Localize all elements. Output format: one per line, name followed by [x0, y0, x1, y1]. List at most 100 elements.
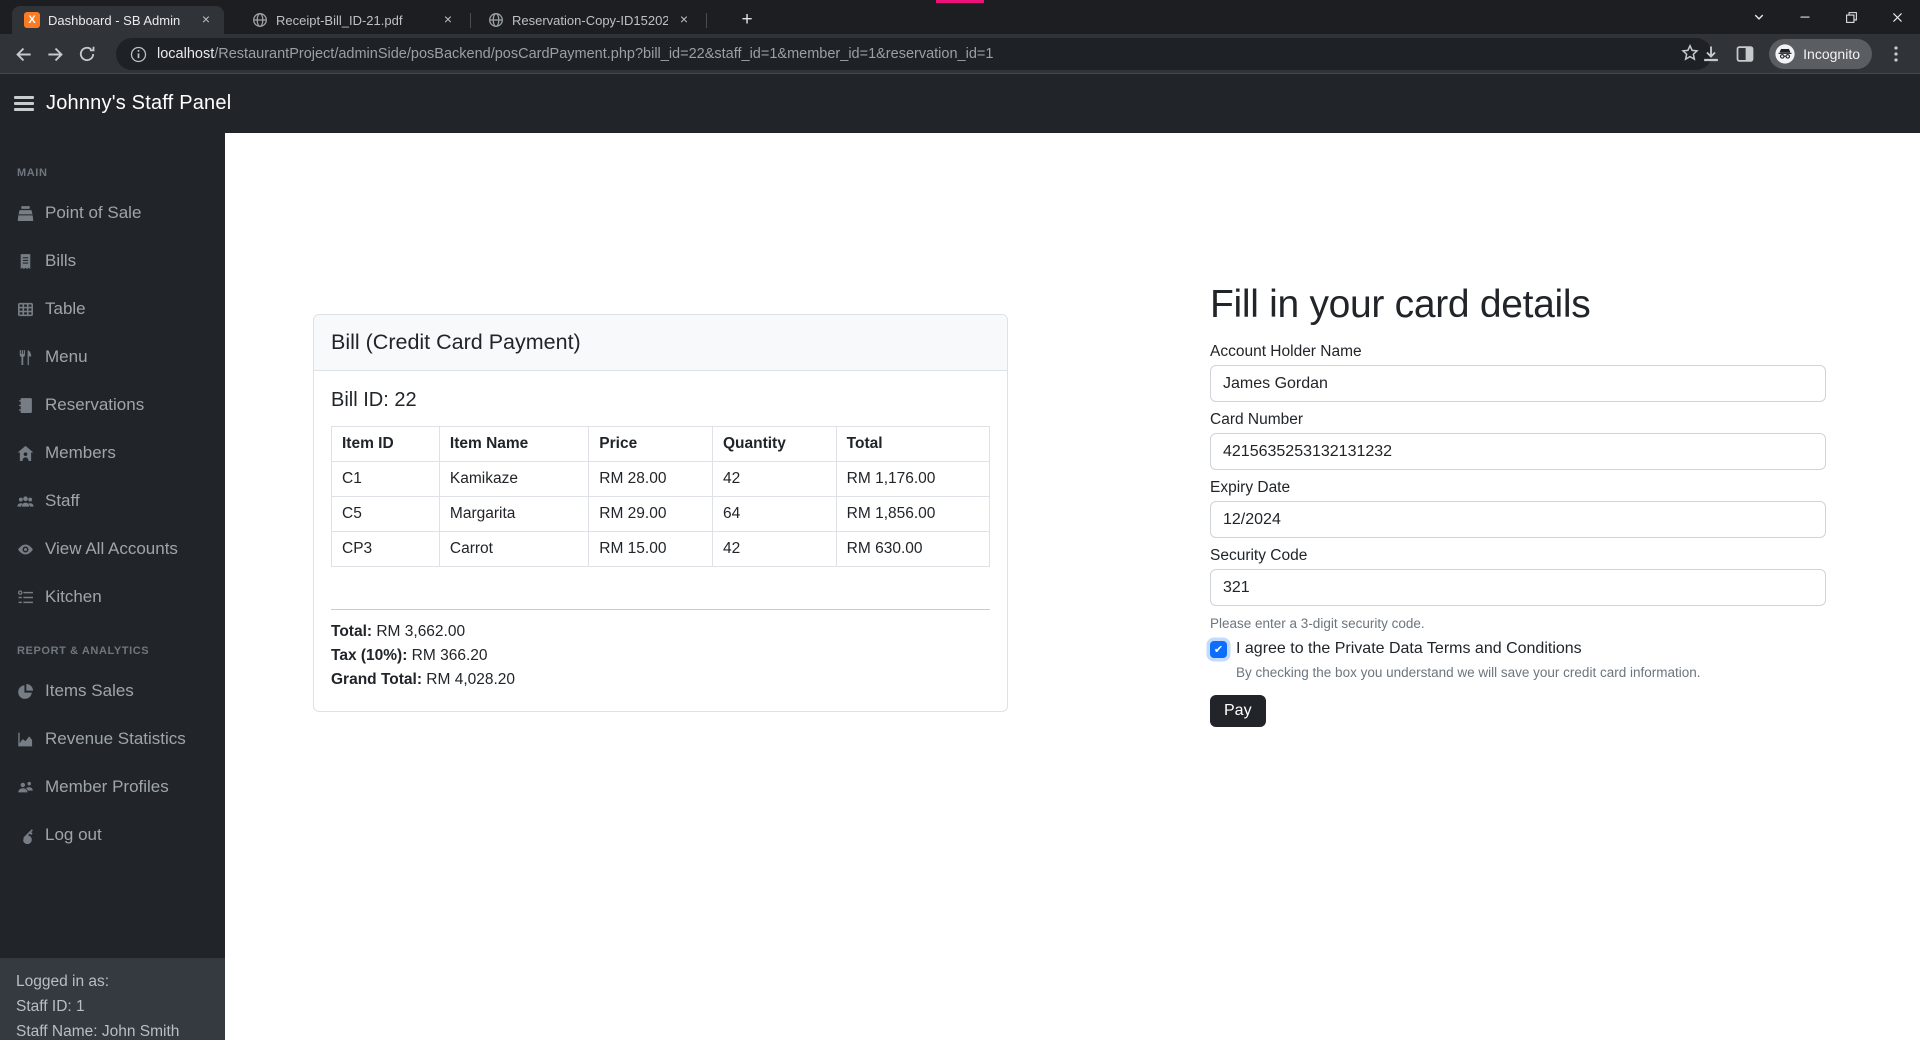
house-user-icon: [17, 445, 34, 461]
side-panel-icon[interactable]: [1735, 44, 1755, 64]
sidebar-item-view-all-accounts[interactable]: View All Accounts: [0, 525, 225, 573]
download-icon[interactable]: [1701, 44, 1721, 64]
incognito-badge[interactable]: Incognito: [1769, 39, 1872, 69]
main-content: Bill (Credit Card Payment) Bill ID: 22 I…: [225, 133, 1920, 1040]
agree-checkbox-row: ✔ I agree to the Private Data Terms and …: [1210, 640, 1826, 658]
check-icon: ✔: [1213, 643, 1224, 656]
utensils-icon: [19, 349, 32, 365]
col-header-quantity: Quantity: [711, 426, 837, 462]
table-header-row: Item ID Item Name Price Quantity Total: [331, 426, 991, 462]
agree-checkbox[interactable]: ✔: [1210, 640, 1227, 658]
form-title: Fill in your card details: [1210, 283, 1591, 326]
tab-close-icon[interactable]: ×: [676, 12, 692, 28]
tab-reservation-pdf[interactable]: Reservation-Copy-ID1520232.pd ×: [476, 6, 702, 34]
sidebar-footer: Logged in as: Staff ID: 1 Staff Name: Jo…: [0, 958, 225, 1040]
receipt-icon: [20, 253, 31, 269]
security-code-label: Security Code: [1210, 547, 1308, 564]
tab-search-chevron-icon[interactable]: [1736, 0, 1782, 34]
bill-card-title: Bill (Credit Card Payment): [314, 315, 1007, 371]
agree-note: By checking the box you understand we wi…: [1236, 665, 1701, 680]
tab-title: Dashboard - SB Admin: [48, 12, 181, 28]
bill-id-heading: Bill ID: 22: [331, 389, 417, 411]
sidebar-item-member-profiles[interactable]: Member Profiles: [0, 763, 225, 811]
security-code-input[interactable]: [1210, 569, 1826, 606]
url-bar[interactable]: localhost/RestaurantProject/adminSide/po…: [116, 38, 1712, 70]
globe-icon: [253, 13, 267, 27]
browser-tab-strip: X Dashboard - SB Admin × Receipt-Bill_ID…: [0, 0, 1920, 34]
total-line: Total: RM 3,662.00: [331, 623, 466, 640]
sidebar-item-table[interactable]: Table: [0, 285, 225, 333]
sidebar-item-items-sales[interactable]: Items Sales: [0, 667, 225, 715]
sidebar-item-menu[interactable]: Menu: [0, 333, 225, 381]
expiry-date-label: Expiry Date: [1210, 479, 1291, 496]
card-number-label: Card Number: [1210, 411, 1304, 428]
users-icon: [17, 495, 34, 507]
col-header-price: Price: [588, 426, 713, 462]
sidebar-item-staff[interactable]: Staff: [0, 477, 225, 525]
clipboard-list-icon: [17, 589, 33, 603]
totals-divider: [331, 609, 990, 610]
cash-register-icon: [17, 205, 34, 221]
sidebar: MAIN Point of Sale Bills Table Menu Rese…: [0, 133, 225, 1040]
book-icon: [18, 397, 32, 413]
toolbar-actions: Incognito: [1701, 34, 1920, 74]
sidebar-item-reservations[interactable]: Reservations: [0, 381, 225, 429]
back-icon[interactable]: [8, 39, 38, 69]
url-text: localhost/RestaurantProject/adminSide/po…: [157, 46, 994, 62]
reload-icon[interactable]: [72, 39, 102, 69]
globe-icon: [489, 13, 503, 27]
incognito-label: Incognito: [1803, 46, 1860, 62]
account-holder-label: Account Holder Name: [1210, 343, 1362, 360]
site-info-icon[interactable]: [130, 46, 147, 63]
tab-close-icon[interactable]: ×: [440, 12, 456, 28]
area-chart-icon: [18, 732, 33, 746]
sidebar-item-point-of-sale[interactable]: Point of Sale: [0, 189, 225, 237]
col-header-total: Total: [835, 426, 991, 462]
col-header-item-id: Item ID: [331, 426, 440, 462]
sidebar-item-revenue-statistics[interactable]: Revenue Statistics: [0, 715, 225, 763]
sidebar-item-members[interactable]: Members: [0, 429, 225, 477]
bill-items-table: Item ID Item Name Price Quantity Total C…: [331, 426, 991, 567]
sidebar-heading-main: MAIN: [17, 167, 48, 179]
xampp-icon: X: [24, 12, 40, 28]
sidebar-item-log-out[interactable]: Log out: [0, 811, 225, 859]
restore-window-icon[interactable]: [1828, 0, 1874, 34]
table-row: CP3 Carrot RM 15.00 42 RM 630.00: [331, 531, 991, 567]
tab-receipt-pdf[interactable]: Receipt-Bill_ID-21.pdf ×: [240, 6, 466, 34]
close-window-icon[interactable]: [1874, 0, 1920, 34]
pie-chart-icon: [18, 683, 34, 699]
tab-title: Receipt-Bill_ID-21.pdf: [276, 12, 403, 28]
kebab-menu-icon[interactable]: [1886, 44, 1906, 64]
card-number-field-group: Card Number: [1210, 411, 1826, 479]
sidebar-item-bills[interactable]: Bills: [0, 237, 225, 285]
table-row: C1 Kamikaze RM 28.00 42 RM 1,176.00: [331, 461, 991, 497]
tab-dashboard[interactable]: X Dashboard - SB Admin ×: [12, 6, 224, 34]
user-group-icon: [18, 781, 33, 792]
screen-indicator-strip: [936, 0, 984, 3]
bookmark-star-icon[interactable]: [1680, 43, 1702, 65]
account-holder-input[interactable]: [1210, 365, 1826, 402]
expiry-date-input[interactable]: [1210, 501, 1826, 538]
bill-card: Bill (Credit Card Payment) Bill ID: 22 I…: [313, 314, 1008, 712]
minimize-icon[interactable]: [1782, 0, 1828, 34]
incognito-icon: [1775, 44, 1795, 64]
staff-id-text: Staff ID: 1: [16, 998, 85, 1015]
agree-label: I agree to the Private Data Terms and Co…: [1236, 640, 1582, 657]
card-number-input[interactable]: [1210, 433, 1826, 470]
browser-toolbar: localhost/RestaurantProject/adminSide/po…: [0, 34, 1920, 74]
security-code-field-group: Security Code: [1210, 547, 1826, 615]
bill-totals: Total: RM 3,662.00 Tax (10%): RM 366.20 …: [331, 623, 990, 689]
sidebar-heading-reports: REPORT & ANALYTICS: [17, 645, 150, 657]
tab-title: Reservation-Copy-ID1520232.pd: [512, 12, 668, 28]
key-icon: [20, 828, 33, 844]
sidebar-toggle-icon[interactable]: [14, 96, 34, 111]
forward-icon[interactable]: [40, 39, 70, 69]
pay-button[interactable]: Pay: [1210, 695, 1266, 727]
tax-line: Tax (10%): RM 366.20: [331, 647, 488, 664]
sidebar-item-kitchen[interactable]: Kitchen: [0, 573, 225, 621]
app-navbar: Johnny's Staff Panel: [0, 74, 1920, 133]
new-tab-button[interactable]: +: [734, 7, 760, 33]
logged-in-as-label: Logged in as:: [16, 973, 110, 990]
tab-close-icon[interactable]: ×: [198, 12, 214, 28]
expiry-date-field-group: Expiry Date: [1210, 479, 1826, 547]
